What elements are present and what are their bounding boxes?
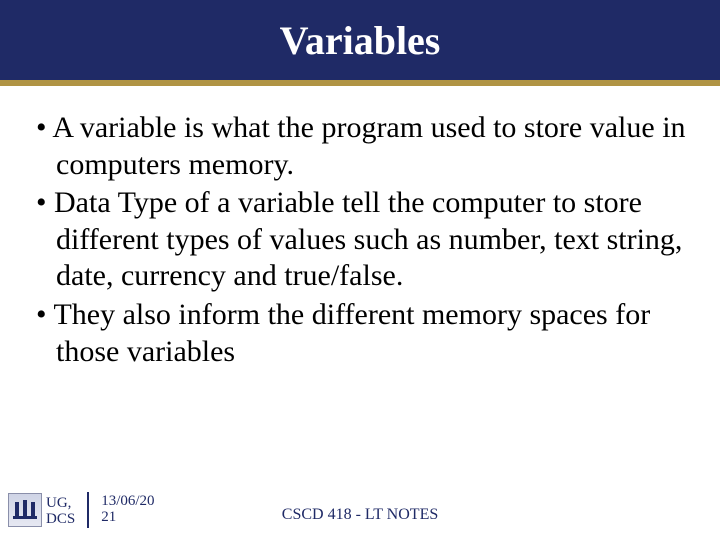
slide-body: A variable is what the program used to s… <box>0 86 720 540</box>
list-item: They also inform the different memory sp… <box>36 297 692 370</box>
date-line2: 21 <box>101 510 154 526</box>
date-label: 13/06/20 21 <box>101 494 154 526</box>
crest-icon <box>8 493 42 527</box>
title-bar: Variables <box>0 0 720 86</box>
footer: UG, DCS 13/06/20 21 CSCD 418 - LT NOTES <box>0 486 720 534</box>
slide: Variables A variable is what the program… <box>0 0 720 540</box>
list-item: Data Type of a variable tell the compute… <box>36 185 692 295</box>
org-line1: UG, <box>46 496 75 512</box>
date-line1: 13/06/20 <box>101 494 154 510</box>
slide-title: Variables <box>280 17 441 64</box>
list-item: A variable is what the program used to s… <box>36 110 692 183</box>
course-label: CSCD 418 - LT NOTES <box>282 506 438 524</box>
footer-divider <box>87 492 89 528</box>
bullet-list: A variable is what the program used to s… <box>36 110 692 370</box>
org-line2: DCS <box>46 512 75 528</box>
org-label: UG, DCS <box>46 496 75 528</box>
